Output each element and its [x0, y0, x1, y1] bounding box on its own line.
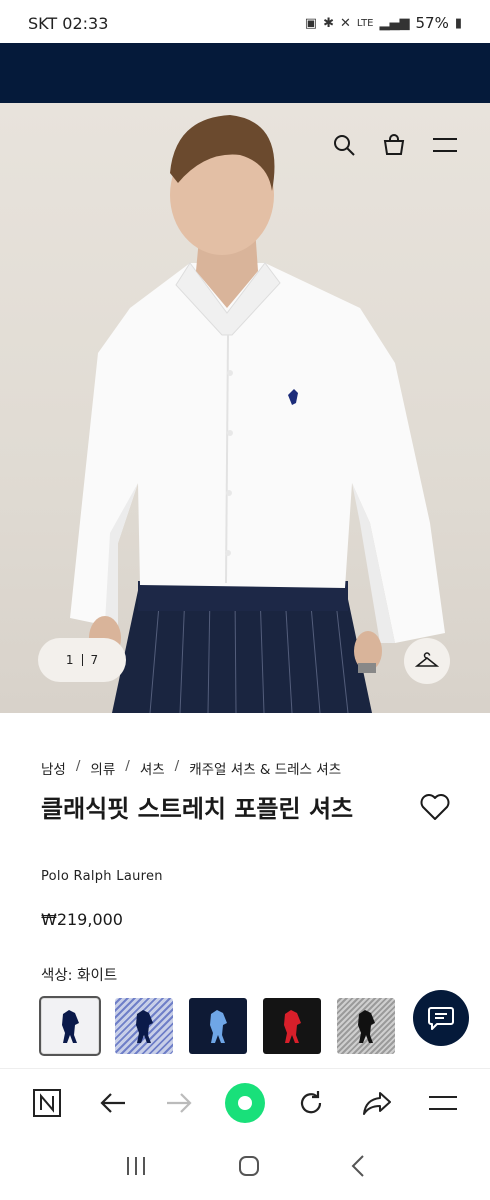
menu-button[interactable] — [421, 1081, 465, 1125]
pony-logo-icon — [136, 1010, 153, 1043]
green-dot-button[interactable] — [223, 1081, 267, 1125]
breadcrumb-item[interactable]: 의류 — [90, 758, 115, 778]
back-nav-icon[interactable] — [350, 1154, 366, 1182]
naver-home-button[interactable] — [25, 1081, 69, 1125]
back-button[interactable] — [91, 1081, 135, 1125]
swatch-blue-stripe[interactable] — [115, 998, 173, 1054]
status-icons: ▣ ✱ ✕ LTE ▂▄▆ 57% ▮ — [305, 14, 462, 32]
refresh-icon — [300, 1090, 322, 1113]
pony-logo-icon — [210, 1010, 227, 1043]
site-header-bar — [0, 43, 490, 103]
share-icon — [363, 1091, 391, 1115]
breadcrumb-item[interactable]: 남성 — [41, 758, 66, 778]
battery-percent: 57% — [415, 14, 449, 32]
product-image[interactable]: 1 7 — [0, 103, 490, 713]
wishlist-heart-icon[interactable] — [420, 793, 450, 825]
search-icon[interactable] — [332, 133, 356, 157]
pony-logo-icon — [284, 1010, 301, 1043]
browser-toolbar — [0, 1068, 490, 1136]
image-counter-total: 7 — [90, 653, 99, 667]
swatch-black[interactable] — [263, 998, 321, 1054]
naver-icon — [33, 1088, 61, 1117]
swatch-white[interactable] — [39, 996, 101, 1056]
product-brand: Polo Ralph Lauren — [41, 869, 163, 884]
product-price: ₩219,000 — [41, 910, 123, 929]
status-carrier-time: SKT 02:33 — [28, 13, 109, 33]
battery-icon: ▮ — [454, 15, 462, 31]
mute-icon: ✕ — [339, 15, 351, 31]
home-icon[interactable] — [237, 1154, 261, 1182]
model-illustration — [70, 115, 445, 713]
product-title: 클래식핏 스트레치 포플린 셔츠 — [41, 794, 354, 823]
menu-icon — [429, 1095, 457, 1110]
bluetooth-icon: ✱ — [323, 15, 334, 31]
color-label: 색상: 화이트 — [41, 968, 118, 984]
green-dot-icon — [225, 1082, 265, 1123]
network-type: LTE — [356, 17, 374, 29]
arrow-right-icon — [167, 1092, 192, 1113]
refresh-button[interactable] — [289, 1081, 333, 1125]
breadcrumb-item[interactable]: 캐주얼 셔츠 & 드레스 셔츠 — [189, 758, 341, 778]
breadcrumb-separator: / — [125, 758, 130, 774]
share-button[interactable] — [355, 1081, 399, 1125]
breadcrumb-item[interactable]: 셔츠 — [140, 758, 165, 778]
swatch-grey-stripe[interactable] — [337, 998, 395, 1054]
battery-saver-icon: ▣ — [304, 15, 318, 31]
header-actions — [332, 133, 458, 157]
signal-icon: ▂▄▆ — [379, 15, 410, 31]
image-counter-current: 1 — [65, 653, 74, 667]
swatch-navy[interactable] — [189, 998, 247, 1054]
breadcrumb: 남성 / 의류 / 셔츠 / 캐주얼 셔츠 & 드레스 셔츠 — [41, 758, 341, 778]
arrow-left-icon — [100, 1092, 125, 1113]
system-navigation-bar — [0, 1136, 490, 1200]
chat-icon — [428, 1007, 454, 1030]
recent-apps-icon[interactable] — [124, 1155, 148, 1181]
breadcrumb-separator: / — [75, 758, 81, 774]
pony-logo-icon — [62, 1010, 79, 1043]
bag-icon[interactable] — [382, 133, 406, 157]
image-counter-divider — [81, 654, 83, 666]
chat-button[interactable] — [413, 990, 469, 1046]
color-swatches — [39, 996, 395, 1056]
forward-button[interactable] — [157, 1081, 201, 1125]
image-counter: 1 7 — [38, 638, 126, 682]
hanger-button[interactable] — [404, 638, 450, 684]
breadcrumb-separator: / — [174, 758, 180, 774]
pony-logo-icon — [358, 1010, 375, 1043]
menu-icon[interactable] — [432, 135, 458, 155]
status-bar: SKT 02:33 ▣ ✱ ✕ LTE ▂▄▆ 57% ▮ — [0, 0, 490, 46]
hanger-icon — [415, 652, 439, 667]
